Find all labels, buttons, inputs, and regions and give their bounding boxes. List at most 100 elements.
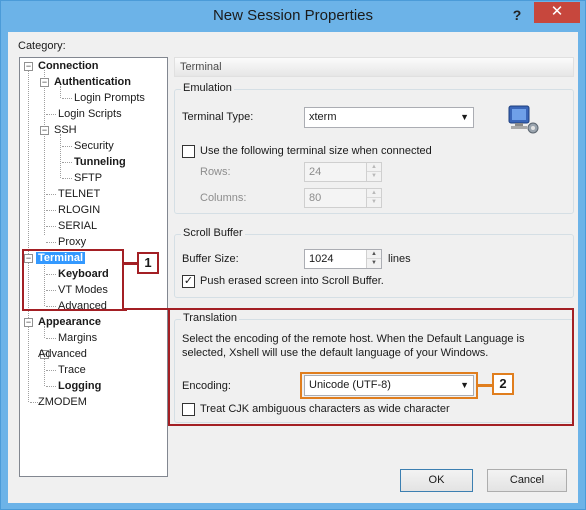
columns-value: 80	[309, 192, 322, 204]
spin-down-icon[interactable]: ▼	[367, 259, 381, 268]
terminal-monitor-icon	[508, 105, 539, 134]
tree-item-serial[interactable]: SERIAL	[56, 218, 99, 234]
tree-item-connection[interactable]: Connection	[36, 58, 101, 74]
tree-line	[28, 70, 29, 256]
custom-size-label: Use the following terminal size when con…	[200, 145, 432, 157]
push-erased-label: Push erased screen into Scroll Buffer.	[200, 275, 384, 287]
panel-header: Terminal	[174, 57, 574, 77]
tree-line	[46, 242, 56, 243]
tree-line	[44, 70, 45, 235]
tree-item-label: RLOGIN	[58, 204, 101, 216]
category-label: Category:	[18, 40, 66, 52]
terminal-type-label: Terminal Type:	[182, 111, 254, 123]
tree-item-label: SSH	[54, 124, 77, 136]
highlight-terminal-box	[22, 249, 124, 311]
tree-item-label: Proxy	[58, 236, 87, 248]
columns-label: Columns:	[200, 192, 247, 204]
window-title: New Session Properties	[212, 7, 374, 24]
tree-line	[46, 194, 56, 195]
tree-line	[44, 358, 45, 386]
tree-item-proxy[interactable]: Proxy	[56, 234, 88, 250]
checkmark-icon: ✓	[183, 275, 194, 287]
close-button[interactable]: ✕	[534, 2, 580, 23]
spin-down-icon[interactable]: ▼	[367, 198, 381, 207]
rows-spin-buttons: ▲ ▼	[366, 163, 381, 181]
tree-item-security[interactable]: Security	[72, 138, 116, 154]
tree-item-appearance[interactable]: Appearance	[36, 314, 103, 330]
terminal-type-value: xterm	[309, 111, 337, 123]
tree-line	[46, 338, 56, 339]
tree-item-login-prompts[interactable]: Login Prompts	[72, 90, 147, 106]
tree-line	[60, 134, 61, 178]
callout-connector	[124, 262, 137, 265]
tree-item-authentication[interactable]: Authentication	[52, 74, 133, 90]
callout-connector	[478, 384, 492, 387]
terminal-type-select[interactable]: xterm ▼	[304, 107, 474, 128]
tree-line	[62, 146, 72, 147]
collapse-icon[interactable]: −	[24, 62, 33, 71]
tree-item-label: Tunneling	[74, 156, 126, 168]
emulation-group-title: Emulation	[181, 82, 234, 94]
collapse-icon[interactable]: −	[24, 318, 33, 327]
tree-item-zmodem[interactable]: ZMODEM	[36, 394, 89, 410]
callout-1-badge: 1	[137, 252, 159, 274]
columns-spinner[interactable]: 80 ▲ ▼	[304, 188, 382, 208]
tree-item-tunneling[interactable]: Tunneling	[72, 154, 128, 170]
spin-up-icon[interactable]: ▲	[367, 163, 381, 172]
tree-item-label: SFTP	[74, 172, 103, 184]
tree-line	[46, 114, 56, 115]
columns-spin-buttons: ▲ ▼	[366, 189, 381, 207]
buffer-size-value: 1024	[309, 253, 334, 265]
tree-item-label: Login Scripts	[58, 108, 122, 120]
tree-item-login-scripts[interactable]: Login Scripts	[56, 106, 124, 122]
tree-item-trace[interactable]: Trace	[56, 362, 88, 378]
rows-label: Rows:	[200, 166, 231, 178]
rows-spinner[interactable]: 24 ▲ ▼	[304, 162, 382, 182]
ok-button[interactable]: OK	[400, 469, 473, 492]
custom-size-checkbox[interactable]	[182, 145, 195, 158]
spin-down-icon[interactable]: ▼	[367, 172, 381, 181]
tree-item-label: Logging	[58, 380, 102, 392]
chevron-down-icon: ▼	[460, 112, 469, 122]
tree-item-label: ZMODEM	[38, 396, 87, 408]
lines-label: lines	[388, 253, 411, 265]
dialog-body: Category: − − − − − − Connection Authent…	[8, 32, 578, 503]
tree-line	[46, 370, 56, 371]
tree-item-telnet[interactable]: TELNET	[56, 186, 102, 202]
cancel-button[interactable]: Cancel	[487, 469, 567, 492]
tree-item-logging[interactable]: Logging	[56, 378, 103, 394]
dialog-window: New Session Properties ? ✕ Category: − −…	[0, 0, 586, 510]
tree-item-label: Appearance	[38, 316, 101, 328]
tree-item-label: Advanced	[38, 348, 87, 360]
tree-item-ssh[interactable]: SSH	[52, 122, 79, 138]
scroll-buffer-group-title: Scroll Buffer	[181, 227, 245, 239]
spin-up-icon[interactable]: ▲	[367, 189, 381, 198]
collapse-icon[interactable]: −	[40, 126, 49, 135]
highlight-encoding-box	[300, 372, 478, 399]
tree-item-margins[interactable]: Margins	[56, 330, 99, 346]
tree-item-sftp[interactable]: SFTP	[72, 170, 104, 186]
tree-item-label: Margins	[58, 332, 98, 344]
rows-value: 24	[309, 166, 322, 178]
title-bar[interactable]: New Session Properties ? ✕	[1, 1, 585, 32]
tree-item-rlogin[interactable]: RLOGIN	[56, 202, 102, 218]
tree-line	[62, 98, 72, 99]
tree-item-label: Trace	[58, 364, 86, 376]
highlight-translation-box	[168, 308, 574, 426]
collapse-icon[interactable]: −	[40, 78, 49, 87]
buffer-size-label: Buffer Size:	[182, 253, 239, 265]
buffer-size-spin-buttons: ▲ ▼	[366, 250, 381, 268]
tree-line	[62, 178, 72, 179]
tree-line	[62, 162, 72, 163]
buffer-size-spinner[interactable]: 1024 ▲ ▼	[304, 249, 382, 269]
push-erased-checkbox[interactable]: ✓	[182, 275, 195, 288]
callout-2-badge: 2	[492, 373, 514, 395]
tree-line	[46, 210, 56, 211]
tree-line	[46, 226, 56, 227]
tree-item-advanced[interactable]: Advanced	[36, 346, 89, 362]
help-button[interactable]: ?	[507, 5, 527, 25]
tree-item-label: Authentication	[54, 76, 131, 88]
tree-item-label: TELNET	[58, 188, 101, 200]
tree-line	[46, 386, 56, 387]
spin-up-icon[interactable]: ▲	[367, 250, 381, 259]
